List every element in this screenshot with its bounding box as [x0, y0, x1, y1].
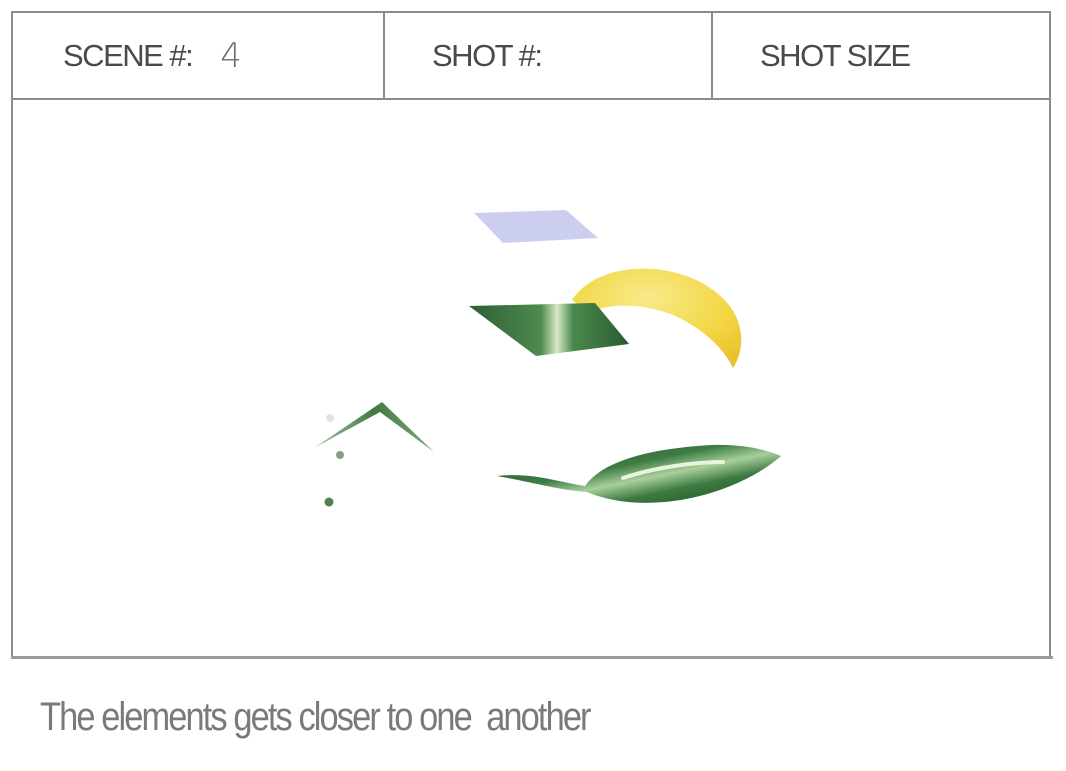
illustration: [314, 210, 781, 507]
shot-cell: SHOT #:: [385, 13, 713, 98]
lavender-parallelogram: [474, 210, 598, 243]
shot-description[interactable]: The elements gets closer to one another: [40, 695, 592, 740]
frame-bottom-border: [11, 656, 1053, 659]
green-chevron: [314, 402, 434, 452]
scene-label: SCENE #:: [63, 37, 194, 73]
storyboard-header: SCENE #: 4 SHOT #: SHOT SIZE: [13, 13, 1049, 100]
small-dot: [326, 414, 334, 422]
small-dot: [336, 451, 344, 459]
scene-cell: SCENE #: 4: [13, 13, 385, 98]
shot-size-cell: SHOT SIZE: [713, 13, 1049, 98]
shot-size-label: SHOT SIZE: [760, 37, 911, 73]
scene-number[interactable]: 4: [220, 36, 242, 76]
green-parallelogram: [469, 303, 629, 356]
shot-label: SHOT #:: [432, 37, 543, 73]
storyboard-frame: SCENE #: 4 SHOT #: SHOT SIZE: [11, 11, 1051, 657]
drawing-area: [13, 100, 1049, 659]
small-dot: [324, 497, 334, 507]
